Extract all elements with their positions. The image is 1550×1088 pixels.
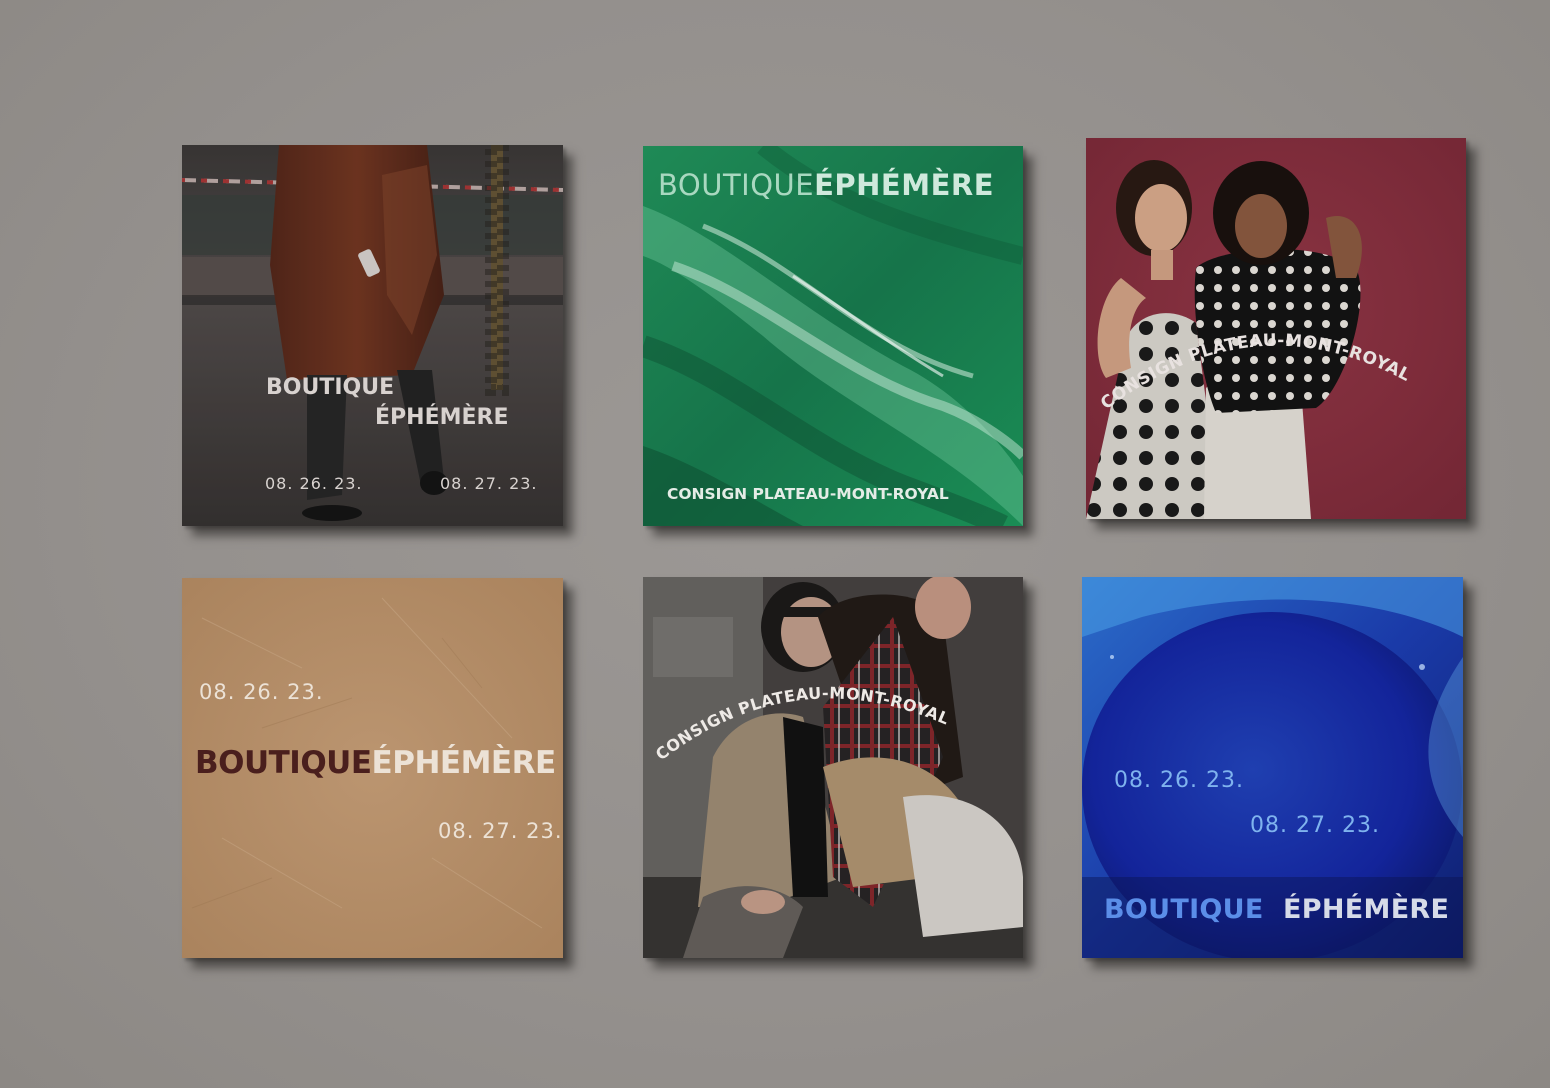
- poster-card-couple: CONSIGN PLATEAU-MONT-ROYAL: [643, 577, 1023, 958]
- card-date-start: 08. 26. 23.: [199, 680, 324, 704]
- green-marble-texture: [643, 146, 1023, 526]
- poster-card-street: BOUTIQUE ÉPHÉMÈRE 08. 26. 23. 08. 27. 23…: [182, 145, 563, 526]
- card-arc-text: CONSIGN PLATEAU-MONT-ROYAL: [1097, 331, 1414, 414]
- card-title-line1: BOUTIQUE: [266, 375, 395, 400]
- card-date-start: 08. 26. 23.: [265, 474, 363, 493]
- card-arc-text: CONSIGN PLATEAU-MONT-ROYAL: [652, 683, 952, 764]
- svg-text:CONSIGN PLATEAU-MONT-ROYAL: CONSIGN PLATEAU-MONT-ROYAL: [652, 683, 952, 764]
- street-photo: [182, 145, 563, 526]
- card-title: BOUTIQUE ÉPHÉMÈRE: [1104, 896, 1449, 923]
- card-title: BOUTIQUEÉPHÉMÈRE: [195, 748, 556, 779]
- card-title-word2: ÉPHÉMÈRE: [814, 168, 995, 202]
- card-subtitle: CONSIGN PLATEAU-MONT-ROYAL: [667, 485, 949, 503]
- card-date-end: 08. 27. 23.: [438, 819, 563, 843]
- poster-card-burgundy: CONSIGN PLATEAU-MONT-ROYAL: [1086, 138, 1466, 519]
- card-title: BOUTIQUEÉPHÉMÈRE: [658, 171, 994, 200]
- card-arc-label: CONSIGN PLATEAU-MONT-ROYAL: [1097, 331, 1413, 414]
- card-title-word2: ÉPHÉMÈRE: [371, 745, 557, 781]
- card-title-word2: ÉPHÉMÈRE: [1283, 894, 1450, 925]
- card-title-word1: BOUTIQUE: [658, 168, 815, 202]
- card-date-end: 08. 27. 23.: [1250, 813, 1380, 838]
- card-date-start: 08. 26. 23.: [1114, 768, 1244, 793]
- card-title-word1: BOUTIQUE: [195, 745, 372, 781]
- card-title-word1: BOUTIQUE: [1104, 894, 1264, 925]
- poster-card-blue: 08. 26. 23. 08. 27. 23. BOUTIQUE ÉPHÉMÈR…: [1082, 577, 1463, 958]
- svg-text:CONSIGN PLATEAU-MONT-ROYAL: CONSIGN PLATEAU-MONT-ROYAL: [1097, 331, 1414, 414]
- poster-card-kraft: 08. 26. 23. BOUTIQUEÉPHÉMÈRE 08. 27. 23.: [182, 578, 563, 958]
- card-arc-label: CONSIGN PLATEAU-MONT-ROYAL: [652, 683, 952, 764]
- card-date-end: 08. 27. 23.: [440, 474, 538, 493]
- card-title-line2: ÉPHÉMÈRE: [375, 405, 509, 430]
- poster-card-green: BOUTIQUEÉPHÉMÈRE CONSIGN PLATEAU-MONT-RO…: [643, 146, 1023, 526]
